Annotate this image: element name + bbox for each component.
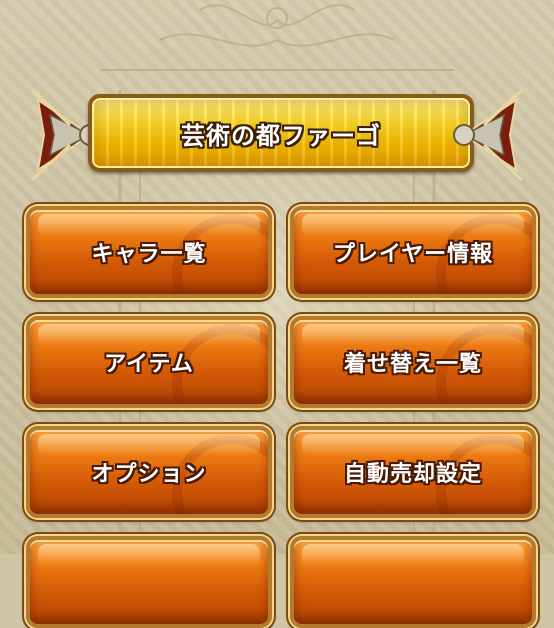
- button-gloss: [38, 544, 260, 566]
- menu-button-partial[interactable]: [26, 536, 272, 628]
- page-title: 芸術の都ファーゴ: [181, 121, 381, 150]
- button-gloss: [38, 434, 260, 456]
- option-label: オプション: [91, 462, 207, 487]
- menu-button-partial[interactable]: [290, 536, 536, 628]
- character-list-button[interactable]: キャラ一覧: [26, 206, 272, 298]
- ornament-fan-icon: [453, 88, 524, 182]
- button-gloss: [302, 434, 524, 456]
- character-list-label: キャラ一覧: [91, 242, 207, 267]
- button-gloss: [38, 324, 260, 346]
- button-gloss: [302, 544, 524, 566]
- option-button[interactable]: オプション: [26, 426, 272, 518]
- button-gloss: [302, 214, 524, 236]
- button-gloss: [302, 324, 524, 346]
- auto-sell-settings-label: 自動売却設定: [343, 462, 482, 487]
- auto-sell-settings-button[interactable]: 自動売却設定: [290, 426, 536, 518]
- player-info-label: プレイヤー情報: [332, 242, 494, 267]
- item-button[interactable]: アイテム: [26, 316, 272, 408]
- item-label: アイテム: [104, 352, 194, 377]
- button-gloss: [38, 214, 260, 236]
- costume-list-button[interactable]: 着せ替え一覧: [290, 316, 536, 408]
- costume-list-label: 着せ替え一覧: [343, 352, 482, 377]
- player-info-button[interactable]: プレイヤー情報: [290, 206, 536, 298]
- location-banner: 芸術の都ファーゴ: [30, 80, 524, 190]
